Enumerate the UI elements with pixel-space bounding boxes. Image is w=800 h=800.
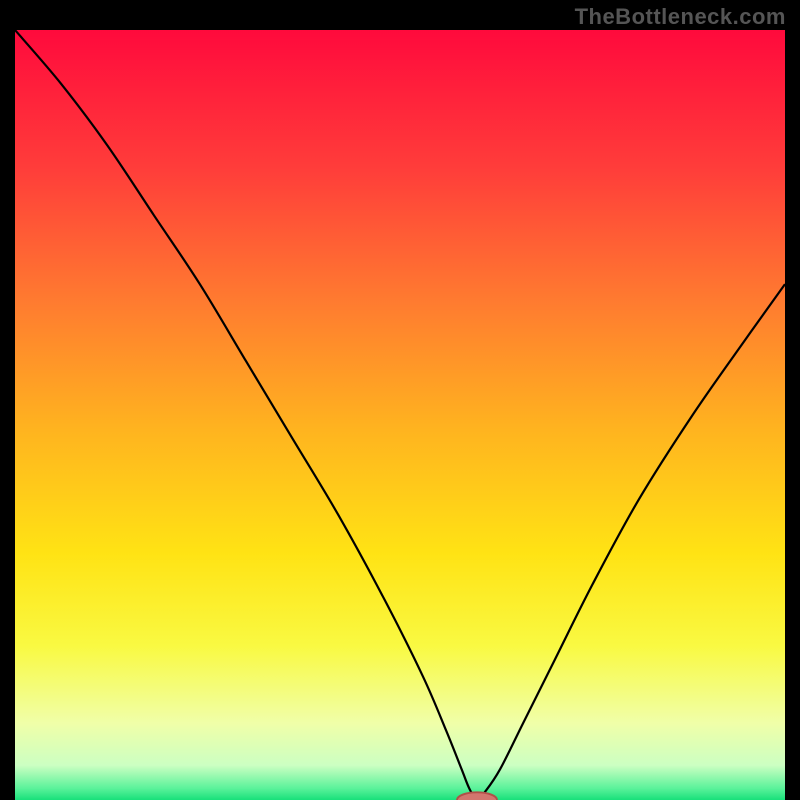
- plot-area: [15, 30, 785, 785]
- gradient-background: [15, 30, 785, 800]
- chart-frame: TheBottleneck.com: [0, 0, 800, 800]
- watermark-text: TheBottleneck.com: [575, 4, 786, 30]
- chart-svg: [15, 30, 785, 800]
